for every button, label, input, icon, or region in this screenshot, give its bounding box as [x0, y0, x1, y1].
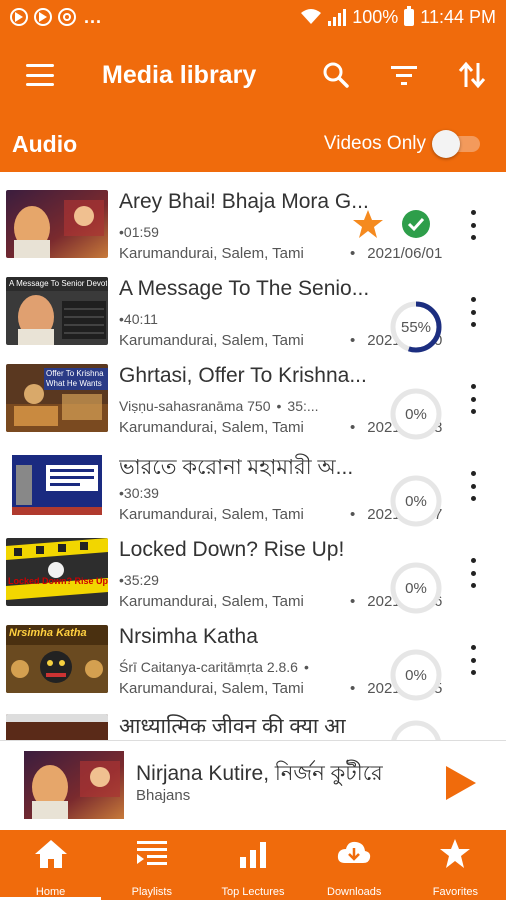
item-title: Arey Bhai! Bhaja Mora G...	[119, 190, 369, 213]
progress-ring	[390, 720, 442, 740]
signal-icon	[328, 9, 347, 26]
toggle-knob[interactable]	[432, 130, 460, 158]
thumbnail-caption: Locked Down? Rise Up!	[8, 576, 108, 586]
play-icon[interactable]	[440, 763, 480, 803]
item-duration: •30:39	[119, 485, 159, 501]
list-item[interactable]: Nrsimha Katha Nrsimha Katha Śrī Caitanya…	[0, 607, 506, 701]
download-icon	[336, 836, 372, 872]
list-item[interactable]: Locked Down? Rise Up! Locked Down? Rise …	[0, 520, 506, 614]
app-bar: Media library	[0, 34, 506, 116]
nav-favorites[interactable]: Favorites	[405, 830, 506, 900]
page-title: Media library	[102, 60, 257, 89]
more-options-icon[interactable]	[466, 645, 480, 675]
play-notification-icon	[10, 8, 28, 26]
more-options-icon[interactable]	[466, 297, 480, 327]
thumbnail[interactable]: Nrsimha Katha	[6, 625, 108, 693]
battery-icon	[404, 5, 415, 26]
notification-icons: ...	[10, 7, 102, 28]
nav-home[interactable]: Home	[0, 830, 102, 900]
more-options-icon[interactable]	[466, 558, 480, 588]
favorite-star-icon[interactable]	[352, 208, 384, 240]
nav-label: Top Lectures	[221, 886, 285, 898]
list-item[interactable]: ভারতে করোনা মহামারী অ... •30:39 Karumand…	[0, 433, 506, 527]
videos-only-label: Videos Only	[323, 133, 426, 154]
thumbnail[interactable]: Offer To Krishna What He Wants	[6, 364, 108, 432]
more-options-icon[interactable]	[466, 471, 480, 501]
nav-top-lectures[interactable]: Top Lectures	[202, 830, 303, 900]
completed-check-icon	[402, 210, 430, 238]
clock: 11:44 PM	[420, 6, 496, 27]
item-duration: •01:59	[119, 224, 159, 240]
list-item[interactable]: आध्यात्मिक जीवन की क्या आ	[0, 694, 506, 740]
menu-icon[interactable]	[26, 64, 54, 86]
thumbnail-caption: Offer To Krishna What He Wants	[44, 368, 108, 390]
more-notifications: ...	[84, 6, 103, 27]
more-options-icon[interactable]	[466, 384, 480, 414]
item-title: Ghrtasi, Offer To Krishna...	[119, 364, 367, 387]
section-header: Audio Videos Only	[0, 116, 506, 172]
battery-percent: 100%	[352, 6, 399, 27]
nav-label: Favorites	[432, 886, 479, 898]
videos-only-toggle[interactable]	[432, 130, 480, 158]
item-title: आध्यात्मिक जीवन की क्या आ	[119, 715, 346, 738]
thumbnail[interactable]	[6, 714, 108, 740]
item-title: A Message To The Senio...	[119, 277, 370, 300]
item-title: Nrsimha Katha	[119, 625, 258, 648]
more-options-icon[interactable]	[466, 210, 480, 240]
filter-icon[interactable]	[388, 59, 420, 91]
nav-label: Downloads	[327, 886, 382, 898]
thumbnail-caption: Nrsimha Katha	[9, 627, 87, 639]
wifi-icon	[301, 9, 322, 24]
thumbnail[interactable]: Locked Down? Rise Up!	[6, 538, 108, 606]
list-item[interactable]: Arey Bhai! Bhaja Mora G... •01:59 Karuma…	[0, 172, 506, 262]
list-item[interactable]: A Message To Senior Devotees A Message T…	[0, 259, 506, 353]
item-subtitle: Viṣṇu-sahasranāma 750 • 35:...	[119, 398, 319, 414]
playlist-icon	[134, 836, 170, 872]
nav-playlists[interactable]: Playlists	[101, 830, 202, 900]
star-icon	[437, 836, 473, 872]
list-item[interactable]: Offer To Krishna What He Wants Ghrtasi, …	[0, 346, 506, 440]
nav-label: Playlists	[131, 886, 172, 898]
mini-player[interactable]: Nirjana Kutire, নির্জন কুটীরে Bhajans	[0, 740, 506, 830]
chart-icon	[235, 836, 271, 872]
search-icon[interactable]	[320, 59, 352, 91]
now-playing-thumbnail[interactable]	[24, 751, 124, 819]
media-notification-icon	[34, 8, 52, 26]
thumbnail[interactable]	[6, 190, 108, 258]
home-icon	[33, 836, 69, 872]
nav-downloads[interactable]: Downloads	[304, 830, 405, 900]
item-title: Locked Down? Rise Up!	[119, 538, 345, 561]
item-duration: •35:29	[119, 572, 159, 588]
sort-icon[interactable]	[456, 59, 488, 91]
thumbnail[interactable]: A Message To Senior Devotees	[6, 277, 108, 345]
now-playing-subtitle: Bhajans	[136, 787, 191, 804]
media-list[interactable]: Arey Bhai! Bhaja Mora G... •01:59 Karuma…	[0, 172, 506, 740]
nav-label: Home	[35, 886, 66, 898]
item-subtitle: Śrī Caitanya-caritāmṛta 2.8.6 •	[119, 659, 309, 675]
status-bar: ... 100% 11:44 PM	[0, 0, 506, 34]
thumbnail-caption: A Message To Senior Devotees	[9, 279, 107, 288]
bottom-navigation: Home Playlists Top Lectures Downloads Fa…	[0, 830, 506, 900]
thumbnail[interactable]	[6, 451, 108, 519]
item-title: ভারতে করোনা মহামারী অ...	[119, 456, 354, 479]
section-title: Audio	[12, 130, 78, 157]
app-notification-icon	[58, 8, 76, 26]
item-duration: •40:11	[119, 311, 158, 327]
